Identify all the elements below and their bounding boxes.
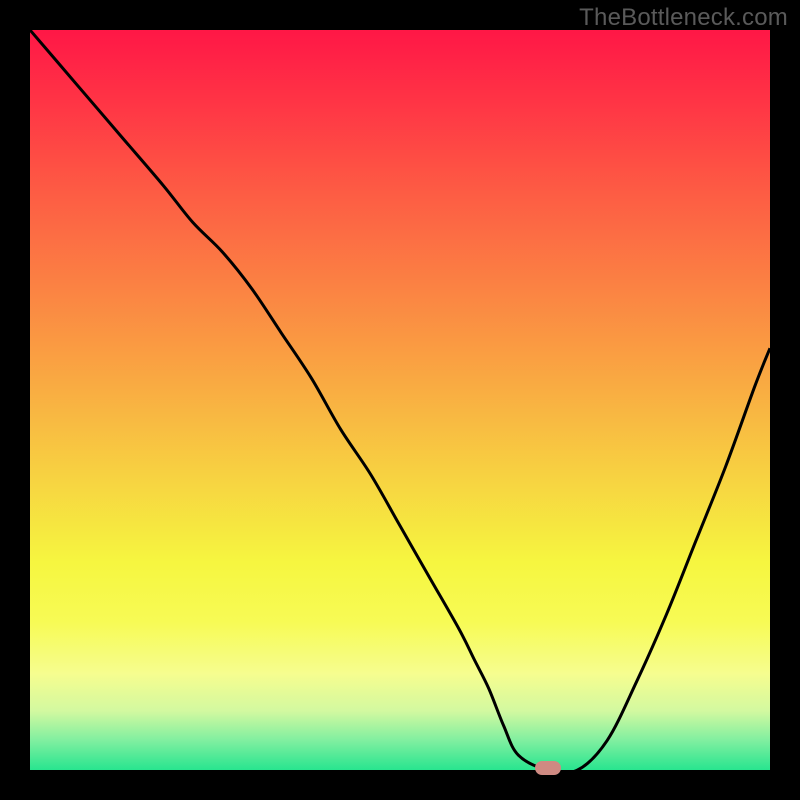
- chart-frame: TheBottleneck.com: [0, 0, 800, 800]
- watermark-text: TheBottleneck.com: [579, 4, 788, 32]
- plot-svg: [30, 30, 770, 770]
- optimal-marker: [535, 761, 561, 775]
- gradient-background: [30, 30, 770, 770]
- plot-area: [30, 30, 770, 770]
